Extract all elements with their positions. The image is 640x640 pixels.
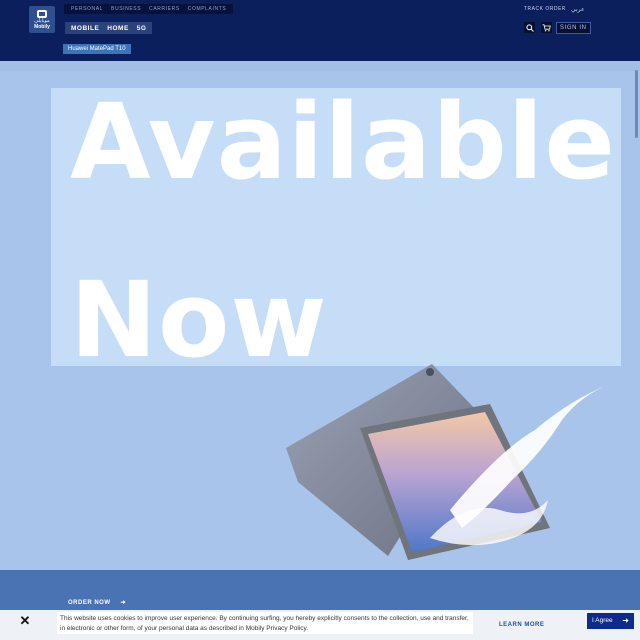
track-order-link[interactable]: TRACK ORDER xyxy=(524,6,566,12)
search-button[interactable] xyxy=(524,22,535,33)
language-switch[interactable]: عربي xyxy=(571,6,585,13)
nav-mobile[interactable]: MOBILE xyxy=(67,25,103,32)
cart-button[interactable] xyxy=(541,22,552,33)
learn-more-link[interactable]: LEARN MORE xyxy=(499,622,544,628)
nav-complaints[interactable]: COMPLAINTS xyxy=(184,6,231,12)
breadcrumb[interactable]: Huawei MatePad T10 xyxy=(63,44,131,54)
order-now-link[interactable]: ORDER NOW ➜ xyxy=(68,599,127,607)
agree-button[interactable]: I Agree ➜ xyxy=(587,613,634,629)
mobily-logo[interactable]: موبايلي Mobily xyxy=(29,6,55,33)
tablet-product-image xyxy=(286,364,610,560)
nav-home[interactable]: HOME xyxy=(103,25,133,32)
nav-5g[interactable]: 5G xyxy=(133,25,151,32)
nav-business[interactable]: BUSINESS xyxy=(107,6,145,12)
logo-mark-icon xyxy=(37,9,47,18)
hero-headline-line2: Now xyxy=(70,259,328,381)
cart-icon xyxy=(542,23,551,31)
agree-label: I Agree xyxy=(592,617,613,624)
arrow-right-icon: ➜ xyxy=(622,616,629,625)
order-now-label: ORDER NOW xyxy=(68,599,111,606)
hero-headline-line1: Available xyxy=(70,81,616,203)
main-nav: MOBILE HOME 5G xyxy=(65,22,153,34)
arrow-right-icon: ➜ xyxy=(120,600,127,606)
segment-nav: PERSONAL BUSINESS CARRIERS COMPLAINTS xyxy=(64,4,234,14)
page-scrollbar[interactable] xyxy=(635,70,638,138)
hero-top-band xyxy=(0,61,640,71)
close-icon[interactable]: ✕ xyxy=(18,614,32,627)
logo-english-text: Mobily xyxy=(34,23,50,30)
search-icon xyxy=(525,23,534,32)
sign-in-button[interactable]: SIGN IN xyxy=(556,22,591,34)
nav-carriers[interactable]: CARRIERS xyxy=(145,6,184,12)
nav-personal[interactable]: PERSONAL xyxy=(67,6,107,12)
cookie-message: This website uses cookies to improve use… xyxy=(57,612,473,634)
